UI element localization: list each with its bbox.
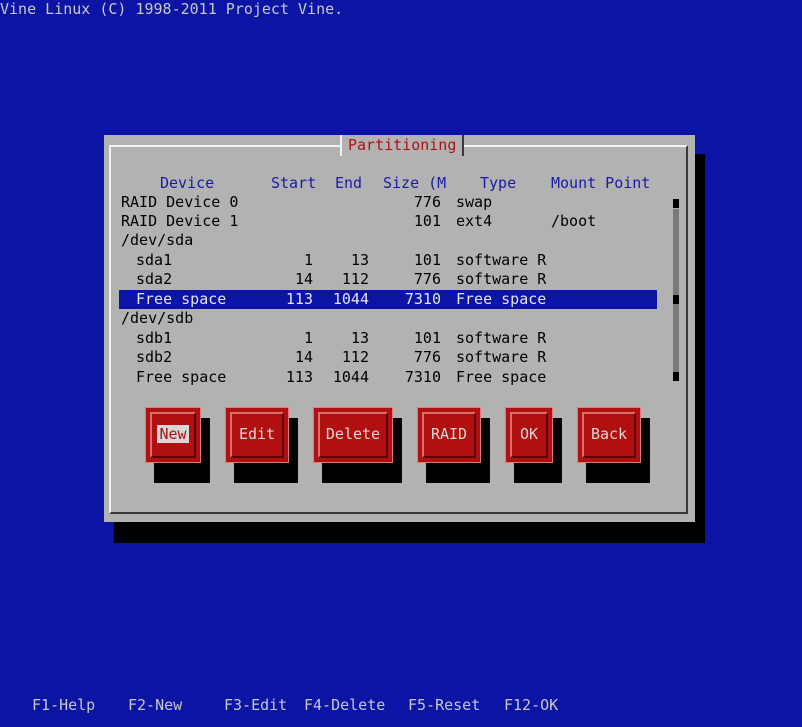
cell-start: 113 xyxy=(285,368,313,386)
cell-start: 14 xyxy=(294,270,313,288)
cell-start: 14 xyxy=(294,348,313,366)
dialog-title: Partitioning xyxy=(340,135,465,156)
cell-type: software R xyxy=(456,251,547,269)
new-button-label: New xyxy=(157,425,189,443)
cell-type: software R xyxy=(456,329,547,347)
system-title: Vine Linux (C) 1998-2011 Project Vine. xyxy=(0,0,344,18)
cell-type: swap xyxy=(456,193,493,211)
header-size: Size (M xyxy=(383,174,447,192)
fkey-help: F1-Help xyxy=(32,696,96,714)
cell-size: 7310 xyxy=(404,290,441,308)
header-start: Start xyxy=(271,174,317,192)
cell-size: 101 xyxy=(413,329,441,347)
fkey-reset: F5-Reset xyxy=(408,696,481,714)
partitioning-dialog: Partitioning Device Start End Size (M Ty… xyxy=(104,135,695,522)
table-row[interactable]: RAID Device 0 776 swap xyxy=(119,193,657,212)
fkey-ok: F12-OK xyxy=(504,696,559,714)
cell-type: Free space xyxy=(456,290,547,308)
cell-size: 101 xyxy=(413,251,441,269)
cell-size: 776 xyxy=(413,193,441,211)
cell-size: 7310 xyxy=(404,368,441,386)
cell-device: /dev/sda xyxy=(121,231,194,249)
back-button[interactable]: Back xyxy=(577,407,641,463)
table-row[interactable]: sda1 1 13 101 software R xyxy=(119,251,657,270)
new-button[interactable]: New xyxy=(145,407,201,463)
table-header: Device Start End Size (M Type Mount Poin… xyxy=(119,174,657,193)
raid-button[interactable]: RAID xyxy=(417,407,481,463)
fkey-new: F2-New xyxy=(128,696,183,714)
cell-end: 1044 xyxy=(332,290,369,308)
header-device: Device xyxy=(160,174,215,192)
cell-type: Free space xyxy=(456,368,547,386)
cell-type: software R xyxy=(456,348,547,366)
cell-type: software R xyxy=(456,270,547,288)
cell-end: 112 xyxy=(341,270,369,288)
cell-start: 113 xyxy=(285,290,313,308)
cell-device: RAID Device 0 xyxy=(121,193,239,211)
table-row[interactable]: RAID Device 1 101 ext4 /boot xyxy=(119,212,657,231)
cell-end: 1044 xyxy=(332,368,369,386)
table-row[interactable]: sdb1 1 13 101 software R xyxy=(119,329,657,348)
header-type: Type xyxy=(480,174,517,192)
cell-type: ext4 xyxy=(456,212,493,230)
fkey-edit: F3-Edit xyxy=(224,696,288,714)
ok-button-label: OK xyxy=(519,425,539,443)
header-end: End xyxy=(335,174,363,192)
raid-button-label: RAID xyxy=(430,425,468,443)
edit-button-label: Edit xyxy=(238,425,276,443)
cell-end: 112 xyxy=(341,348,369,366)
delete-button-label: Delete xyxy=(325,425,381,443)
cell-size: 776 xyxy=(413,270,441,288)
cell-mount-point: /boot xyxy=(551,212,597,230)
header-mount-point: Mount Point xyxy=(551,174,651,192)
cell-device: /dev/sdb xyxy=(121,309,194,327)
table-row[interactable]: /dev/sda xyxy=(119,231,657,250)
cell-start: 1 xyxy=(303,251,313,269)
fkey-delete: F4-Delete xyxy=(304,696,386,714)
cell-size: 776 xyxy=(413,348,441,366)
table-row[interactable]: sdb2 14 112 776 software R xyxy=(119,348,657,367)
cell-end: 13 xyxy=(350,251,369,269)
cell-device: Free space xyxy=(136,368,227,386)
cell-device: sda2 xyxy=(136,270,173,288)
scrollbar-top-mark[interactable] xyxy=(673,199,679,208)
cell-start: 1 xyxy=(303,329,313,347)
ok-button[interactable]: OK xyxy=(505,407,553,463)
back-button-label: Back xyxy=(590,425,628,443)
delete-button[interactable]: Delete xyxy=(313,407,393,463)
table-row[interactable]: sda2 14 112 776 software R xyxy=(119,270,657,289)
scrollbar-bottom-mark[interactable] xyxy=(673,372,679,381)
cell-device: sdb2 xyxy=(136,348,173,366)
edit-button[interactable]: Edit xyxy=(225,407,289,463)
cell-device: sdb1 xyxy=(136,329,173,347)
table-row-selected[interactable]: Free space 113 1044 7310 Free space xyxy=(119,290,657,309)
scrollbar-thumb[interactable] xyxy=(673,295,679,304)
cell-end: 13 xyxy=(350,329,369,347)
cell-size: 101 xyxy=(413,212,441,230)
table-row[interactable]: /dev/sdb xyxy=(119,309,657,328)
cell-device: Free space xyxy=(136,290,227,308)
table-row[interactable]: Free space 113 1044 7310 Free space xyxy=(119,368,657,387)
cell-device: sda1 xyxy=(136,251,173,269)
cell-device: RAID Device 1 xyxy=(121,212,239,230)
